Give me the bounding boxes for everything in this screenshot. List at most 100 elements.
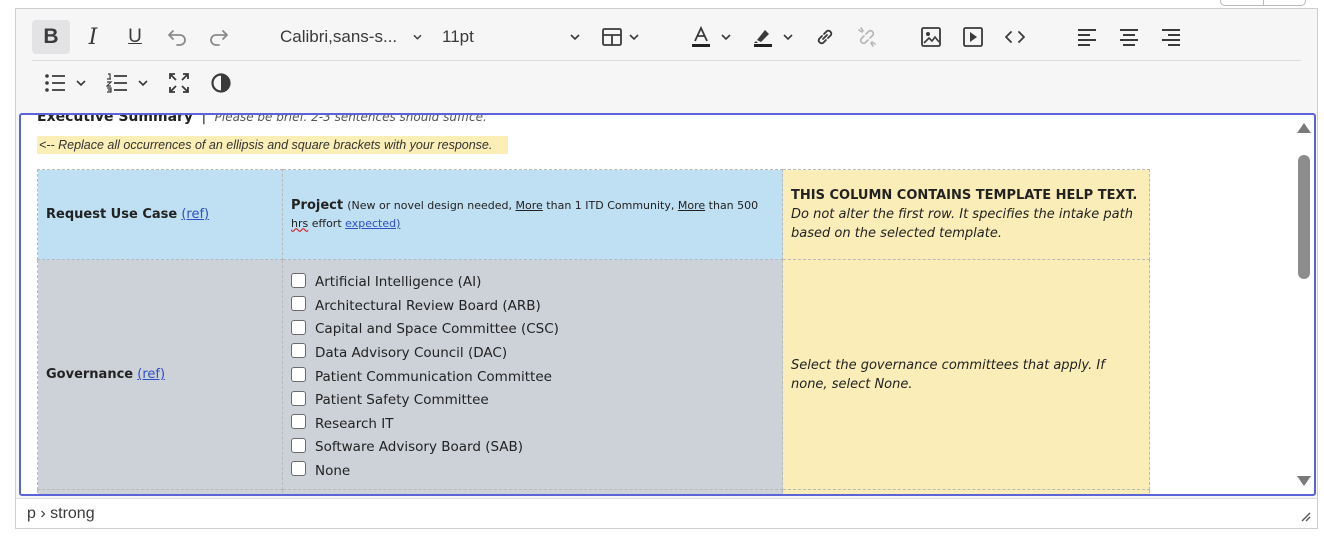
- governance-cell[interactable]: Governance (ref): [37, 259, 283, 490]
- top-corner-control: [1220, 0, 1306, 6]
- governance-checkbox-item[interactable]: Patient Communication Committee: [291, 365, 774, 389]
- source-code-button[interactable]: [996, 20, 1034, 54]
- scrollbar-thumb[interactable]: [1298, 155, 1310, 279]
- governance-checkbox-list: Artificial Intelligence (AI) Architectura…: [291, 270, 774, 482]
- bold-button[interactable]: B: [32, 20, 70, 54]
- governance-checkbox-item[interactable]: Architectural Review Board (ARB): [291, 294, 774, 318]
- checkbox[interactable]: [291, 319, 306, 335]
- font-family-value: Calibri,sans-s...: [280, 27, 398, 46]
- underline-button[interactable]: U: [116, 20, 154, 54]
- resize-handle-icon[interactable]: [1299, 510, 1311, 522]
- governance-help: Select the governance committees that ap…: [791, 357, 1105, 392]
- align-left-icon: [1078, 29, 1096, 46]
- checkbox-label: Software Advisory Board (SAB): [315, 439, 524, 456]
- table-row: Governance (ref) Artificial Intelligence…: [37, 259, 1150, 490]
- heading-separator: |: [201, 113, 207, 125]
- help-heading: THIS COLUMN CONTAINS TEMPLATE HELP TEXT.: [791, 188, 1138, 203]
- chevron-down-icon: [76, 80, 86, 87]
- chevron-down-icon: [138, 80, 148, 87]
- expected-link[interactable]: expected): [345, 217, 414, 230]
- align-right-button[interactable]: [1152, 20, 1190, 54]
- checkbox[interactable]: [291, 390, 306, 406]
- project-note-part: than 500: [705, 198, 759, 212]
- checkbox[interactable]: [291, 367, 306, 382]
- checkbox[interactable]: [291, 461, 306, 477]
- statusbar: p › strong: [16, 498, 1317, 528]
- rich-text-editor: B I U Calibri,sans-s... 11pt Executive S…: [15, 8, 1318, 529]
- bullet-list-icon: [45, 74, 65, 92]
- checkbox[interactable]: [291, 414, 306, 430]
- toolbar: B I U Calibri,sans-s... 11pt: [16, 9, 1317, 111]
- fullscreen-icon: [169, 73, 189, 93]
- table-row: [37, 489, 1150, 494]
- project-cell[interactable]: Project (New or novel design needed, Mor…: [282, 169, 783, 260]
- ref-link[interactable]: (ref): [137, 367, 179, 382]
- insert-image-button[interactable]: [912, 20, 950, 54]
- governance-checkbox-item[interactable]: Research IT: [291, 412, 774, 436]
- governance-checkbox-item[interactable]: Patient Safety Committee: [291, 388, 774, 412]
- row-label: Request Use Case: [46, 207, 178, 222]
- font-size-value: 11pt: [442, 27, 474, 46]
- checkbox-label: Artificial Intelligence (AI): [315, 274, 482, 291]
- font-size-select[interactable]: 11pt: [442, 20, 582, 54]
- text-color-button[interactable]: [682, 20, 738, 54]
- row-label: Governance: [46, 367, 134, 382]
- ref-link[interactable]: (ref): [181, 207, 223, 222]
- undo-icon: [168, 30, 186, 46]
- contrast-button[interactable]: [202, 66, 240, 100]
- editor-content-area[interactable]: Executive Summary | Please be brief. 2-3…: [19, 113, 1316, 496]
- template-table: Request Use Case (ref) Project (New or n…: [37, 169, 1150, 494]
- numbered-list-button[interactable]: [98, 66, 156, 100]
- table-button[interactable]: [594, 20, 646, 54]
- project-note-part: effort: [308, 216, 346, 230]
- highlighter-icon: [754, 30, 772, 47]
- misspelled-word: hrs: [291, 216, 309, 230]
- governance-checkbox-item[interactable]: Artificial Intelligence (AI): [291, 270, 774, 294]
- fullscreen-button[interactable]: [160, 66, 198, 100]
- checkbox[interactable]: [291, 272, 306, 288]
- checkbox[interactable]: [291, 437, 306, 453]
- undo-button[interactable]: [158, 20, 196, 54]
- document-body: Executive Summary | Please be brief. 2-3…: [21, 115, 1314, 494]
- insert-media-button[interactable]: [954, 20, 992, 54]
- code-icon: [1005, 31, 1025, 43]
- table-cell[interactable]: [37, 489, 283, 494]
- help-text-cell[interactable]: THIS COLUMN CONTAINS TEMPLATE HELP TEXT.…: [782, 169, 1150, 260]
- redo-button[interactable]: [200, 20, 238, 54]
- checkbox-label: Patient Communication Committee: [315, 368, 552, 385]
- checkbox[interactable]: [291, 296, 306, 312]
- request-use-case-cell[interactable]: Request Use Case (ref): [37, 169, 283, 260]
- font-family-select[interactable]: Calibri,sans-s...: [280, 20, 422, 54]
- governance-checkbox-item[interactable]: Capital and Space Committee (CSC): [291, 318, 774, 342]
- checkbox[interactable]: [291, 343, 306, 359]
- insert-link-button[interactable]: [806, 20, 844, 54]
- toolbar-row-2: [16, 61, 1317, 105]
- checkbox-label: None: [315, 462, 351, 479]
- unlink-button[interactable]: [848, 20, 886, 54]
- scroll-up-arrow-icon[interactable]: [1297, 123, 1311, 133]
- chevron-down-icon: [570, 34, 580, 41]
- table-cell[interactable]: [782, 489, 1150, 494]
- help-text-cell[interactable]: Select the governance committees that ap…: [782, 259, 1150, 490]
- media-icon: [963, 27, 983, 47]
- governance-checkbox-item[interactable]: Data Advisory Council (DAC): [291, 341, 774, 365]
- vertical-scrollbar[interactable]: [1292, 115, 1314, 494]
- italic-button[interactable]: I: [74, 20, 112, 54]
- contrast-icon: [211, 73, 231, 93]
- element-path[interactable]: p › strong: [27, 505, 95, 523]
- align-center-button[interactable]: [1110, 20, 1148, 54]
- highlight-color-button[interactable]: [744, 20, 800, 54]
- chevron-down-icon: [721, 34, 731, 41]
- governance-checkbox-cell[interactable]: Artificial Intelligence (AI) Architectura…: [282, 259, 783, 490]
- governance-checkbox-item[interactable]: None: [291, 459, 774, 483]
- scroll-down-arrow-icon[interactable]: [1297, 476, 1311, 486]
- executive-summary-heading: Executive Summary: [37, 113, 194, 125]
- checkbox-label: Architectural Review Board (ARB): [315, 297, 541, 314]
- image-icon: [921, 27, 941, 47]
- checkbox-label: Data Advisory Council (DAC): [315, 344, 508, 361]
- governance-checkbox-item[interactable]: Software Advisory Board (SAB): [291, 435, 774, 459]
- unlink-icon: [858, 27, 876, 47]
- align-left-button[interactable]: [1068, 20, 1106, 54]
- table-cell[interactable]: [282, 489, 783, 494]
- bullet-list-button[interactable]: [36, 66, 94, 100]
